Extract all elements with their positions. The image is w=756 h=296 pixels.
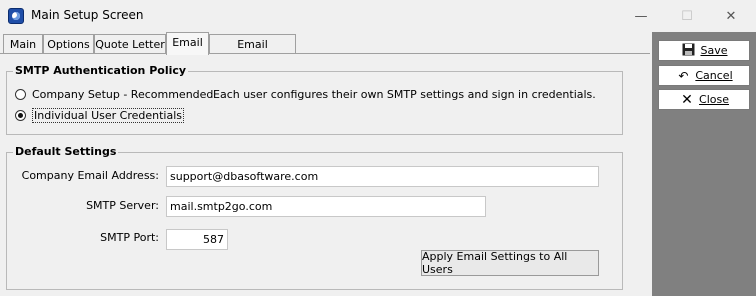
app-icon [8,8,24,24]
company-email-field[interactable]: support@dbasoftware.com [166,166,599,187]
default-settings-group: Default Settings Company Email Address: … [6,145,623,290]
tab-main[interactable]: Main [3,34,43,54]
email-tab-panel: SMTP Authentication Policy Company Setup… [0,54,650,296]
floppy-disk-icon [680,43,696,59]
cancel-label: Cancel [695,69,733,82]
radio-individual-credentials-indicator[interactable] [15,110,26,121]
title-bar: Main Setup Screen — ☐ ✕ [0,0,756,32]
radio-company-setup-indicator[interactable] [15,89,26,100]
x-mark-icon: ✕ [681,91,693,108]
tab-email-templates[interactable]: Email Templates [209,34,296,70]
smtp-policy-group-label: SMTP Authentication Policy [13,64,189,77]
undo-arrow-icon: ↶ [678,68,689,83]
tab-quote-letter[interactable]: Quote Letter [94,34,166,54]
default-settings-group-label: Default Settings [13,145,119,158]
tab-email[interactable]: Email [166,32,209,55]
window-title: Main Setup Screen [31,8,144,22]
tab-options[interactable]: Options [43,34,94,54]
radio-individual-credentials-label: Individual User Credentials [32,108,184,123]
minimize-button[interactable]: — [618,2,664,30]
action-sidebar: Save ↶ Cancel ✕ Close [652,32,756,296]
close-label: Close [699,93,729,106]
company-email-label: Company Email Address: [21,169,159,182]
radio-individual-credentials[interactable]: Individual User Credentials [15,108,184,123]
close-button[interactable]: ✕ Close [658,89,750,110]
smtp-server-field[interactable]: mail.smtp2go.com [166,196,486,217]
radio-company-setup[interactable]: Company Setup - Recommended [15,88,213,101]
save-label: Save [700,44,728,57]
close-window-button[interactable]: ✕ [708,2,754,30]
smtp-port-label: SMTP Port: [100,231,159,244]
smtp-server-label: SMTP Server: [86,199,159,212]
apply-email-settings-button[interactable]: Apply Email Settings to All Users [421,250,599,276]
save-button[interactable]: Save [658,40,750,61]
maximize-button[interactable]: ☐ [664,2,710,30]
smtp-port-field[interactable]: 587 [166,229,228,250]
cancel-button[interactable]: ↶ Cancel [658,65,750,86]
policy-description: Each user configures their own SMTP sett… [213,88,596,101]
smtp-policy-group: SMTP Authentication Policy Company Setup… [6,64,623,135]
radio-company-setup-label: Company Setup - Recommended [32,88,214,101]
tab-strip: Main Options Quote Letter Email Email Te… [0,32,650,70]
